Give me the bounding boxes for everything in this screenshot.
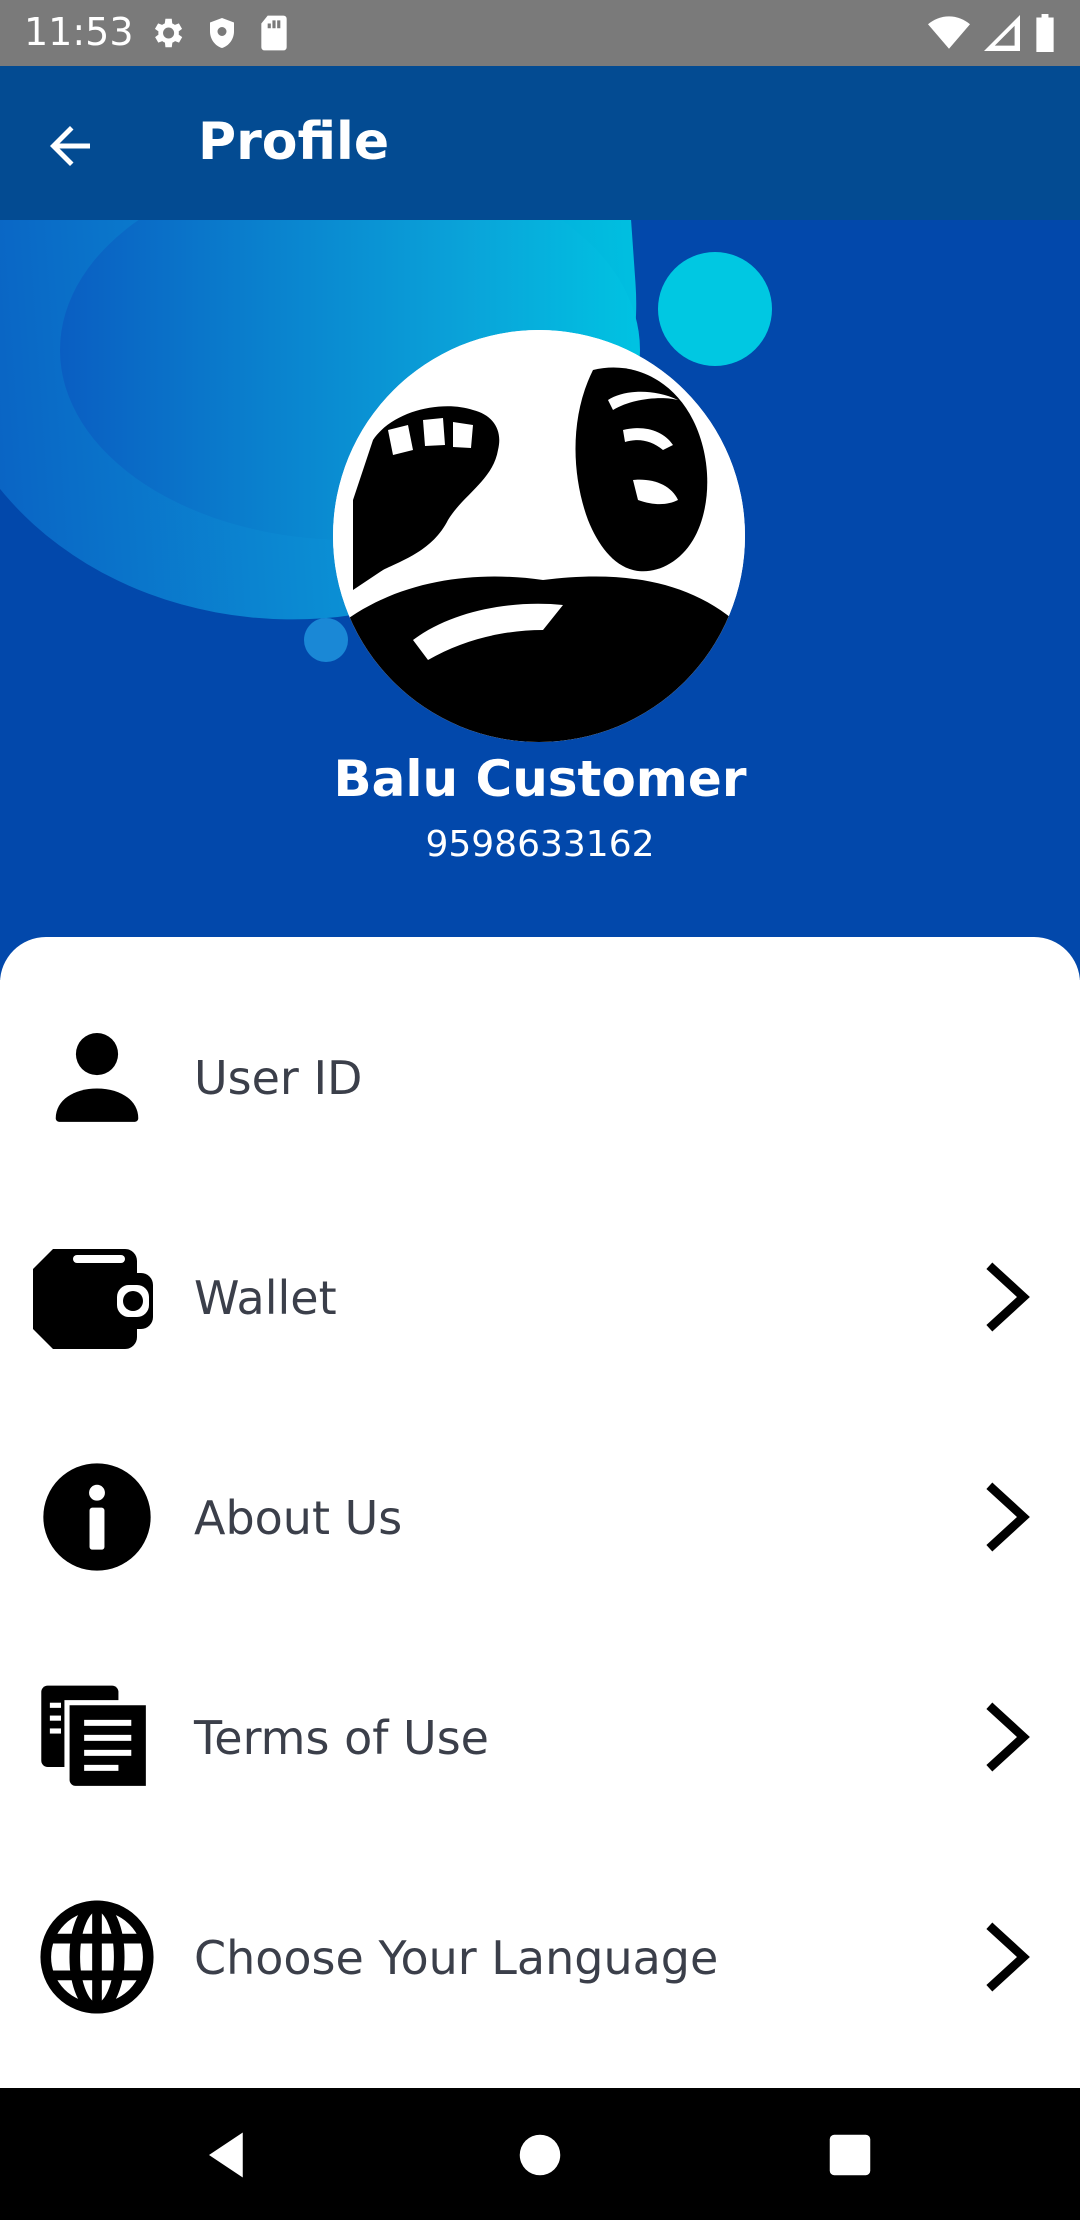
system-nav-bar [0, 2088, 1080, 2220]
chevron-right-icon [986, 1702, 1030, 1772]
chevron-right-icon [986, 1482, 1030, 1552]
home-circle-icon [519, 2134, 561, 2176]
menu-item-label: User ID [194, 1051, 363, 1105]
back-button[interactable] [40, 116, 100, 176]
nav-back-button[interactable] [200, 2128, 254, 2182]
chevron-right-icon [986, 1262, 1030, 1332]
menu-card: User ID Wallet About Us Terms of Use Cho… [0, 937, 1080, 2087]
status-time: 11:53 [24, 10, 134, 54]
nav-recents-button[interactable] [823, 2128, 877, 2182]
menu-item-terms-of-use[interactable]: Terms of Use [0, 1637, 1080, 1837]
status-icons-right [928, 14, 1056, 52]
battery-icon [1034, 14, 1056, 52]
settings-icon [148, 14, 186, 52]
globe-icon [32, 1897, 162, 2017]
avatar-portrait-image [333, 330, 745, 742]
recents-square-icon [829, 2134, 871, 2176]
arrow-left-icon [50, 126, 90, 166]
nav-home-button[interactable] [513, 2128, 567, 2182]
menu-item-label: About Us [194, 1491, 403, 1545]
status-bar: 11:53 [0, 0, 1080, 66]
app-bar: Profile [0, 66, 1080, 220]
page-title: Profile [198, 112, 390, 172]
user-icon [32, 1017, 162, 1137]
menu-item-user-id[interactable]: User ID [0, 977, 1080, 1177]
signal-icon [984, 14, 1020, 52]
info-icon [32, 1457, 162, 1577]
menu-item-label: Choose Your Language [194, 1931, 719, 1985]
back-triangle-icon [209, 2132, 243, 2178]
user-name: Balu Customer [333, 750, 747, 808]
shield-icon [204, 14, 240, 52]
sd-card-icon [258, 14, 290, 52]
menu-item-about-us[interactable]: About Us [0, 1417, 1080, 1617]
profile-header: Balu Customer 9598633162 [0, 220, 1080, 980]
profile-screen: 11:53 Profile Balu Customer 9598633162 U… [0, 0, 1080, 2220]
decorative-bubble-small [304, 618, 348, 662]
wifi-icon [928, 14, 970, 52]
menu-item-wallet[interactable]: Wallet [0, 1197, 1080, 1397]
menu-item-label: Terms of Use [194, 1711, 489, 1765]
chevron-right-icon [986, 1922, 1030, 1992]
document-icon [32, 1677, 162, 1797]
menu-item-choose-language[interactable]: Choose Your Language [0, 1857, 1080, 2057]
decorative-bubble-large [658, 252, 772, 366]
wallet-icon [32, 1237, 162, 1357]
menu-item-label: Wallet [194, 1271, 337, 1325]
user-phone: 9598633162 [425, 824, 655, 865]
avatar[interactable] [333, 330, 745, 742]
status-icons-left [148, 14, 290, 52]
